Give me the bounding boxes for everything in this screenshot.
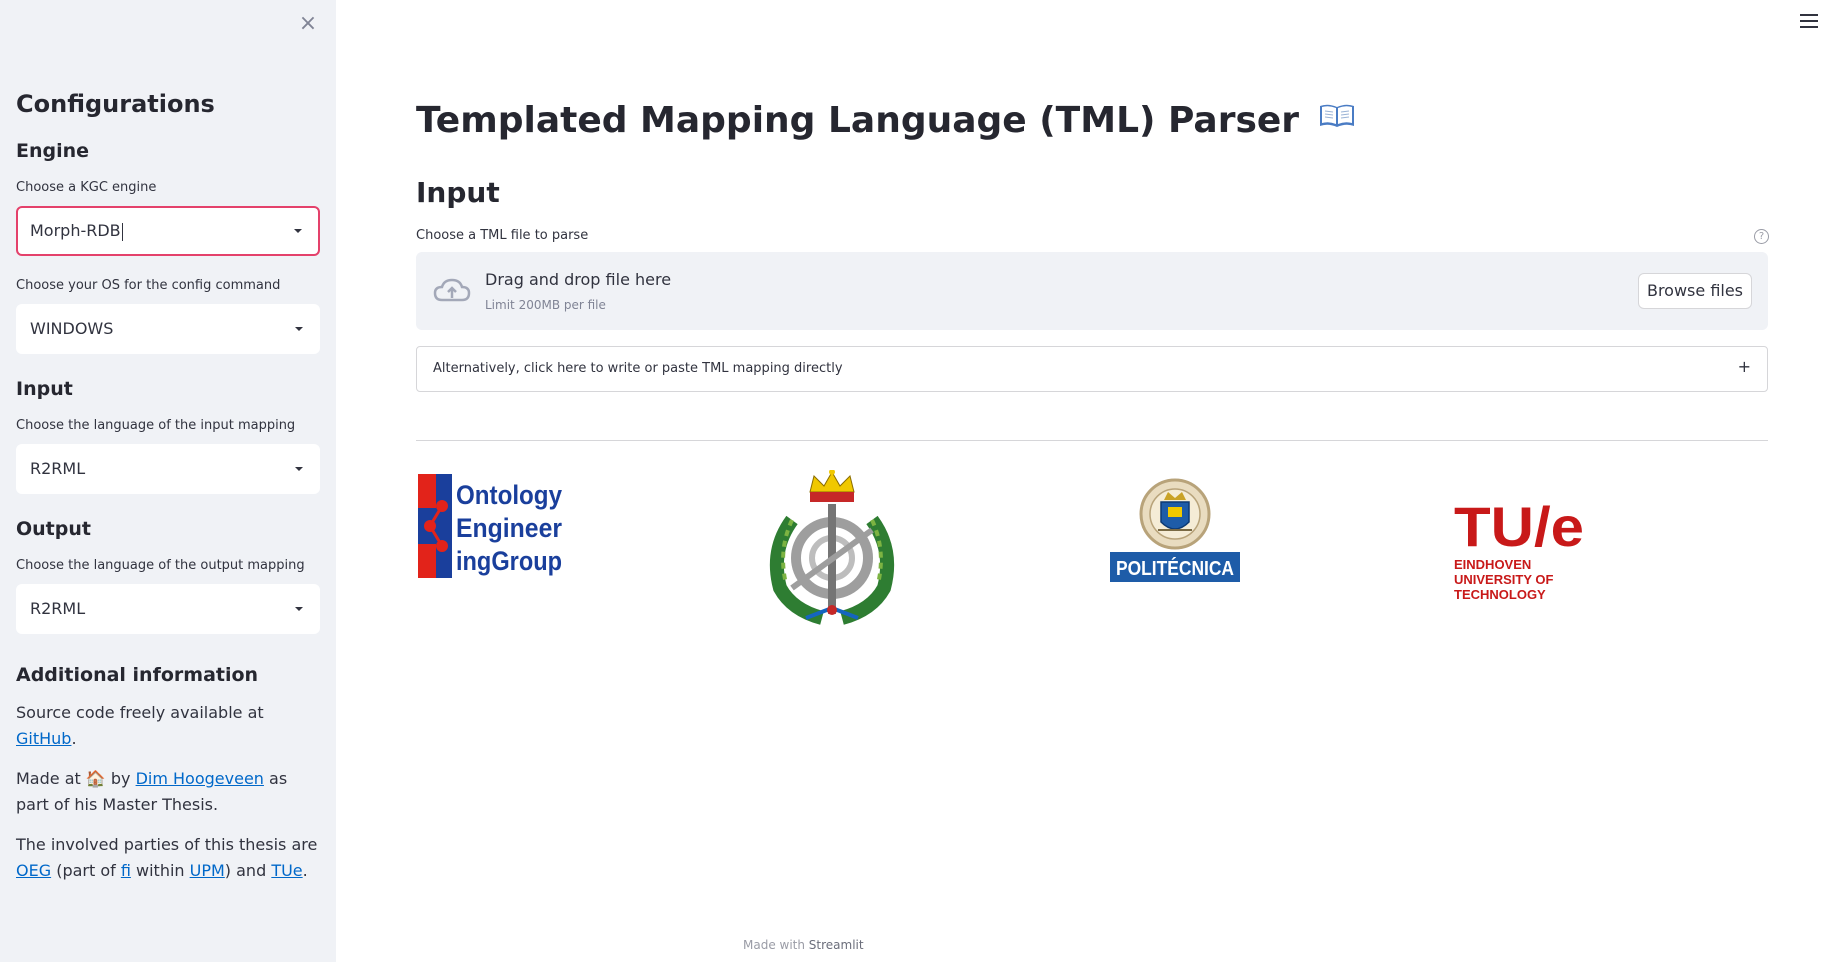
main-menu-icon[interactable] [1800,14,1818,30]
page-title: Templated Mapping Language (TML) Parser [416,100,1356,141]
engine-select-value: Morph-RDB [30,221,121,240]
uploader-label: Choose a TML file to parse [416,228,589,243]
browse-files-button[interactable]: Browse files [1638,273,1752,309]
page-title-text: Templated Mapping Language (TML) Parser [416,100,1300,141]
upm-logo: POLITÉCNICA [1110,478,1240,582]
oeg-logo-line-3: ingGroup [456,546,562,576]
output-language-label: Choose the language of the output mappin… [16,558,305,573]
engine-select[interactable]: Morph-RDB [16,206,320,256]
engine-header: Engine [16,140,90,162]
by-text: by [105,769,136,788]
upm-link[interactable]: UPM [190,861,225,880]
chevron-down-icon [295,607,303,611]
tue-logo-line-1: EINDHOVEN [1454,557,1531,572]
expander-label: Alternatively, click here to write or pa… [433,361,843,376]
fi-crest-logo [769,470,895,625]
plus-icon: + [1737,357,1751,376]
oeg-logo-line-2: Engineer [456,513,562,543]
os-select[interactable]: WINDOWS [16,304,320,354]
file-dropzone[interactable]: Drag and drop file here Limit 200MB per … [416,252,1768,330]
open-book-icon [1319,104,1354,127]
input-header: Input [16,378,73,400]
cloud-upload-icon [433,278,471,302]
footer-prefix: Made with [743,938,809,952]
file-size-limit: Limit 200MB per file [485,298,606,312]
input-subheader: Input [416,176,500,209]
tue-logo: TU/e EINDHOVEN UNIVERSITY OF TECHNOLOGY [1454,495,1584,602]
output-header: Output [16,518,91,540]
streamlit-link[interactable]: Streamlit [809,938,864,952]
chevron-down-icon [295,327,303,331]
parties-text: ) and [224,861,272,880]
fi-link[interactable]: fi [121,861,131,880]
author-link[interactable]: Dim Hoogeveen [136,769,264,788]
footer: Made with Streamlit [743,938,864,952]
input-language-value: R2RML [30,459,86,478]
paste-mapping-expander[interactable]: Alternatively, click here to write or pa… [416,346,1768,392]
sidebar-title: Configurations [16,90,215,118]
sidebar: × Configurations Engine Choose a KGC eng… [0,0,336,962]
divider [416,440,1768,441]
parties-paragraph: The involved parties of this thesis are … [16,832,320,884]
help-icon[interactable]: ? [1754,229,1769,244]
chevron-down-icon [294,229,302,233]
punctuation: . [302,861,308,880]
output-language-value: R2RML [30,599,86,618]
github-link[interactable]: GitHub [16,729,71,748]
chevron-down-icon [295,467,303,471]
house-icon: 🏠 [85,769,106,788]
tue-logo-mark: TU/e [1454,495,1584,558]
made-at-paragraph: Made at 🏠 by Dim Hoogeveen as part of hi… [16,766,320,818]
source-code-text: Source code freely available at [16,703,264,722]
parties-text: The involved parties of this thesis are [16,835,318,854]
punctuation: . [71,729,77,748]
input-language-label: Choose the language of the input mapping [16,418,296,433]
os-select-label: Choose your OS for the config command [16,278,281,293]
upm-logo-text: POLITÉCNICA [1116,557,1234,580]
parties-text: (part of [51,861,121,880]
oeg-logo-line-1: Ontology [456,480,562,510]
additional-info-header: Additional information [16,664,259,686]
tue-link[interactable]: TUe [271,861,302,880]
source-code-paragraph: Source code freely available at GitHub. [16,700,320,752]
output-language-select[interactable]: R2RML [16,584,320,634]
dropzone-instructions: Drag and drop file here [485,270,672,289]
oeg-link[interactable]: OEG [16,861,51,880]
tue-logo-line-3: TECHNOLOGY [1454,587,1546,602]
tue-logo-line-2: UNIVERSITY OF [1454,572,1554,587]
engine-select-label: Choose a KGC engine [16,180,157,195]
os-select-value: WINDOWS [30,319,114,338]
close-sidebar-icon[interactable]: × [298,13,318,35]
oeg-logo: Ontology Engineer ingGroup [418,474,562,578]
input-language-select[interactable]: R2RML [16,444,320,494]
text-cursor [121,222,123,241]
sidebar-content: Configurations Engine Choose a KGC engin… [16,90,320,884]
made-at-text: Made at [16,769,86,788]
parties-text: within [130,861,190,880]
